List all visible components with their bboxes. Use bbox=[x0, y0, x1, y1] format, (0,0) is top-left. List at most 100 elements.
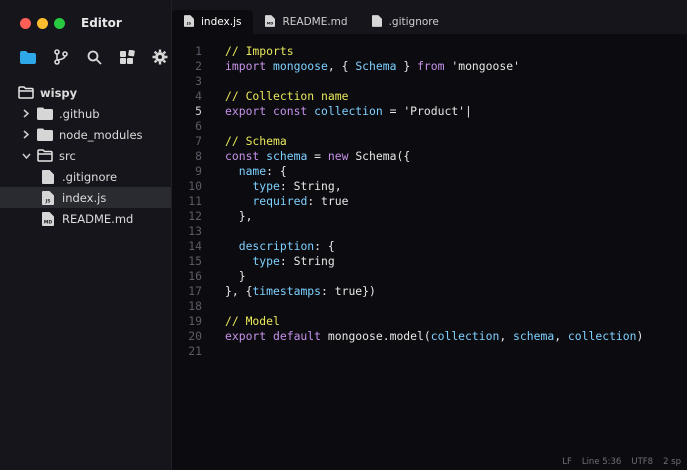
tab-index-js[interactable]: JS index.js bbox=[172, 10, 254, 34]
code-line[interactable]: 20 export default mongoose.model(collecti… bbox=[172, 329, 643, 344]
markdown-file-icon: MD bbox=[40, 211, 56, 226]
tree-root-wispy[interactable]: wispy bbox=[0, 82, 171, 103]
svg-text:MD: MD bbox=[44, 219, 52, 225]
line-number: 7 bbox=[195, 134, 202, 148]
folder-open-icon bbox=[18, 86, 34, 100]
svg-text:MD: MD bbox=[267, 21, 274, 25]
js-file-icon: JS bbox=[40, 190, 56, 205]
code-line[interactable]: 11 required: true bbox=[172, 194, 643, 209]
tab-label: .gitignore bbox=[388, 16, 439, 28]
line-number: 16 bbox=[188, 269, 202, 283]
sidebar: Editor wispy .github node_modules src .g… bbox=[0, 0, 172, 470]
line-number: 18 bbox=[188, 299, 202, 313]
tree-root-label: wispy bbox=[40, 85, 78, 100]
code-line[interactable]: 4 // Collection name bbox=[172, 89, 643, 104]
zoom-window-button[interactable] bbox=[54, 17, 65, 29]
editor-pane: JS index.js MD README.md .gitignore 1 // … bbox=[172, 0, 687, 470]
code-line[interactable]: 17}, {timestamps: true}) bbox=[172, 284, 643, 299]
code-line[interactable]: 6 bbox=[172, 119, 643, 134]
line-number: 11 bbox=[188, 194, 202, 208]
line-number: 6 bbox=[195, 119, 202, 133]
line-text: export const collection = 'Product'| bbox=[225, 104, 472, 118]
line-text: // Schema bbox=[225, 134, 287, 148]
tab-readme[interactable]: MD README.md bbox=[253, 10, 359, 34]
file-icon bbox=[371, 14, 382, 30]
line-text: const schema = new Schema({ bbox=[225, 149, 411, 163]
line-number: 14 bbox=[188, 239, 202, 253]
line-number: 19 bbox=[188, 314, 202, 328]
explorer-folder-icon[interactable] bbox=[18, 47, 38, 67]
code-line[interactable]: 19 // Model bbox=[172, 314, 643, 329]
search-icon[interactable] bbox=[84, 47, 104, 67]
status-position[interactable]: Line 5:36 bbox=[582, 457, 622, 467]
code-line[interactable]: 14 description: { bbox=[172, 239, 643, 254]
code-line[interactable]: 10 type: String, bbox=[172, 179, 643, 194]
file-icon bbox=[40, 169, 56, 184]
status-eol[interactable]: LF bbox=[562, 457, 572, 467]
line-number: 17 bbox=[188, 284, 202, 298]
tab-label: index.js bbox=[201, 16, 242, 28]
status-indent[interactable]: 2 sp bbox=[663, 457, 681, 467]
line-text: import mongoose, { Schema } from 'mongoo… bbox=[225, 59, 520, 73]
chevron-down-icon bbox=[20, 152, 32, 160]
code-area[interactable]: 1 // Imports 2 import mongoose, { Schema } … bbox=[172, 44, 643, 359]
minimize-window-button[interactable] bbox=[37, 17, 48, 29]
code-line[interactable]: 13 bbox=[172, 224, 643, 239]
tree-item-gitignore[interactable]: .gitignore bbox=[0, 166, 171, 187]
line-number: 13 bbox=[188, 224, 202, 238]
line-number: 8 bbox=[195, 149, 202, 163]
code-line[interactable]: 7 // Schema bbox=[172, 134, 643, 149]
line-number: 10 bbox=[188, 179, 202, 193]
code-line[interactable]: 3 bbox=[172, 74, 643, 89]
git-branch-icon[interactable] bbox=[51, 47, 71, 67]
line-number: 1 bbox=[195, 44, 202, 58]
svg-text:JS: JS bbox=[45, 198, 51, 204]
close-window-button[interactable] bbox=[20, 17, 31, 29]
tab-gitignore[interactable]: .gitignore bbox=[360, 10, 451, 34]
tree-item-github[interactable]: .github bbox=[0, 103, 171, 124]
tree-item-node-modules[interactable]: node_modules bbox=[0, 124, 171, 145]
code-line[interactable]: 12 }, bbox=[172, 209, 643, 224]
code-line[interactable]: 9 name: { bbox=[172, 164, 643, 179]
line-number: 15 bbox=[188, 254, 202, 268]
code-line[interactable]: 2 import mongoose, { Schema } from 'mongo… bbox=[172, 59, 643, 74]
gear-icon[interactable] bbox=[150, 47, 170, 67]
code-line[interactable]: 8 const schema = new Schema({ bbox=[172, 149, 643, 164]
chevron-right-icon bbox=[20, 130, 32, 139]
extensions-icon[interactable] bbox=[117, 47, 137, 67]
folder-open-icon bbox=[37, 149, 53, 163]
line-text: } bbox=[225, 269, 246, 283]
tree-item-label: src bbox=[59, 148, 76, 163]
tree-item-label: .github bbox=[59, 106, 100, 121]
folder-icon bbox=[37, 128, 53, 142]
editor-window: Editor wispy .github node_modules src .g… bbox=[0, 0, 687, 470]
markdown-file-icon: MD bbox=[265, 14, 276, 30]
chevron-right-icon bbox=[20, 109, 32, 118]
code-line[interactable]: 16 } bbox=[172, 269, 643, 284]
tree-item-index-js[interactable]: JS index.js bbox=[0, 187, 171, 208]
line-number: 12 bbox=[188, 209, 202, 223]
title-bar: Editor bbox=[0, 0, 171, 46]
tree-item-src[interactable]: src bbox=[0, 145, 171, 166]
status-bar: LF Line 5:36 UTF8 2 sp bbox=[172, 454, 687, 470]
code-line[interactable]: 1 // Imports bbox=[172, 44, 643, 59]
line-text: // Model bbox=[225, 314, 280, 328]
app-title: Editor bbox=[81, 16, 122, 30]
line-text: name: { bbox=[238, 164, 287, 178]
tree-item-label: index.js bbox=[62, 190, 107, 205]
line-number: 5 bbox=[195, 104, 202, 118]
js-file-icon: JS bbox=[184, 14, 194, 30]
code-line[interactable]: 15 type: String bbox=[172, 254, 643, 269]
code-line[interactable]: 21 bbox=[172, 344, 643, 359]
code-line[interactable]: 18 bbox=[172, 299, 643, 314]
file-tree: wispy .github node_modules src .gitignor… bbox=[0, 82, 171, 229]
status-encoding[interactable]: UTF8 bbox=[631, 457, 653, 467]
code-line[interactable]: 5 export const collection = 'Product'| bbox=[172, 104, 643, 119]
line-text: // Imports bbox=[225, 44, 294, 58]
tree-item-label: .gitignore bbox=[62, 169, 118, 184]
line-number: 9 bbox=[195, 164, 202, 178]
tree-item-readme[interactable]: MD README.md bbox=[0, 208, 171, 229]
tab-label: README.md bbox=[282, 16, 348, 28]
sidebar-toolbar bbox=[0, 46, 171, 68]
line-number: 2 bbox=[195, 59, 202, 73]
